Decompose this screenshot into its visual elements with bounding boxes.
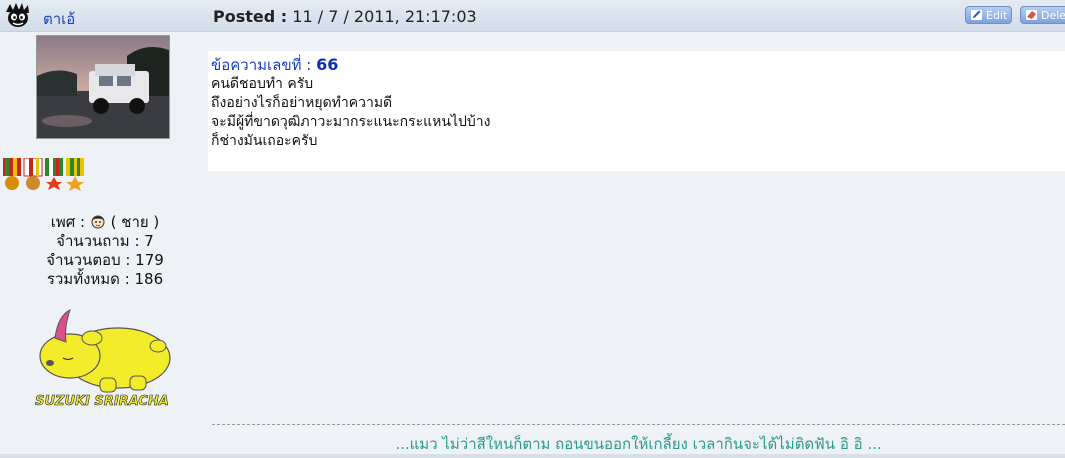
message-body: ข้อความเลขที่ : 66 คนดีชอบทำ ครับ ถึงอย่… [208, 51, 1065, 171]
pencil-icon [971, 10, 982, 20]
post-footer-edge [0, 454, 1065, 458]
message-number-label: ข้อความเลขที่ : [211, 56, 312, 74]
author-name-link[interactable]: ตาเอ้ [43, 7, 75, 31]
signature-rhino-image: SUZUKI SRIRACHA [35, 309, 171, 409]
posted-label: Posted : [213, 7, 288, 26]
answers-count: จำนวนตอบ : 179 [46, 251, 164, 269]
eraser-icon [1026, 10, 1037, 20]
gender-label: เพศ : [50, 213, 86, 231]
message-number: ข้อความเลขที่ : 66 [211, 55, 1062, 75]
questions-count: จำนวนถาม : 7 [56, 232, 154, 250]
edit-button-label: Edit [986, 9, 1008, 22]
message-line: ถึงอย่างไรก็อย่าหยุดทำความดี [211, 95, 393, 111]
edit-button[interactable]: Edit [965, 6, 1012, 24]
message-line: จะมีผู้ที่ขาดวุฒิภาวะมากระแนะกระแหนไปบ้า… [211, 114, 491, 130]
gender-value: ( ชาย ) [110, 213, 160, 231]
post-header: ตาเอ้ Posted : 11 / 7 / 2011, 21:17:03 E… [0, 0, 1065, 32]
user-stats: เพศ : ( ชาย ) จำนวนถาม : 7 จำนวนตอบ : 17… [0, 213, 210, 289]
signature-divider [212, 424, 1065, 425]
posted-date: 11 / 7 / 2011, 21:17:03 [292, 7, 477, 26]
delete-button[interactable]: Delete [1020, 6, 1065, 24]
medal-ribbons [3, 158, 84, 191]
posted-timestamp: Posted : 11 / 7 / 2011, 21:17:03 [213, 7, 477, 26]
user-avatar [36, 35, 170, 139]
boy-face-icon [91, 215, 105, 229]
message-line: ก็ช่างมันเถอะครับ [211, 133, 318, 149]
author-badge-icon [6, 3, 29, 27]
total-count: รวมทั้งหมด : 186 [46, 270, 164, 288]
signature-logo-text: SUZUKI SRIRACHA [35, 394, 169, 409]
message-line: คนดีชอบทำ ครับ [211, 76, 314, 92]
gender-row: เพศ : ( ชาย ) [0, 213, 210, 232]
message-number-value: 66 [316, 55, 339, 74]
delete-button-label: Delete [1041, 9, 1065, 22]
signature-text: ...แมว ไม่ว่าสีใหนก็ตาม ถอนขนออกให้เกลี้… [395, 435, 882, 453]
